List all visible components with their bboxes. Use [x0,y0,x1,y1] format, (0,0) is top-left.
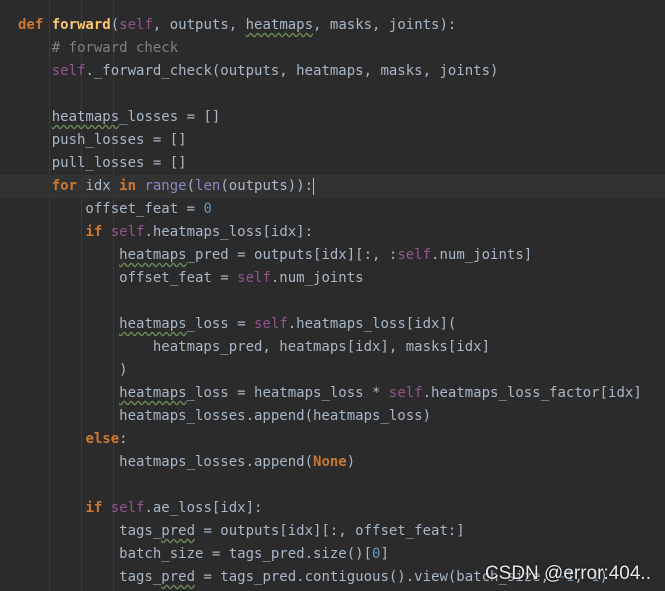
code-token: heatmaps [119,385,187,401]
code-line[interactable]: pull_losses = [] [0,152,665,175]
code-token: .num_joints] [431,247,533,263]
code-token: idx [85,178,120,194]
code-token: .ae_loss[idx]: [144,500,263,516]
code-line[interactable]: if self.ae_loss[idx]: [0,497,665,520]
code-token: (outputs)): [220,178,314,194]
code-token: ( [186,178,196,194]
code-token: heatmaps_pred, heatmaps[idx], masks[idx] [18,339,491,355]
code-line[interactable]: push_losses = [] [0,129,665,152]
code-token: ) [346,454,356,470]
code-token: def [18,17,52,33]
code-token: for [51,178,86,194]
code-token: self [119,17,153,33]
code-token: heatmaps [51,109,120,125]
code-line[interactable]: offset_feat = 0 [0,198,665,221]
code-line[interactable] [0,474,665,497]
code-token: : [119,431,128,447]
code-token: push_losses = [] [18,132,187,148]
code-line[interactable] [0,290,665,313]
code-token: self [237,270,271,286]
code-token: offset_feat = [18,201,204,217]
code-token: self [254,316,288,332]
code-token: _losses = [] [119,109,221,125]
code-line[interactable]: self._forward_check(outputs, heatmaps, m… [0,60,665,83]
code-token: , outputs, [152,17,246,33]
code-token: self [110,500,145,516]
code-token: # forward check [18,40,179,56]
code-token: heatmaps [119,316,187,332]
code-line[interactable]: heatmaps_losses.append(None) [0,451,665,474]
code-token: _loss = [186,316,255,332]
watermark: CSDN @error:404.. [484,563,651,584]
code-line[interactable]: ) [0,359,665,382]
code-line[interactable]: heatmaps_loss = self.heatmaps_loss[idx]( [0,313,665,336]
code-token: .heatmaps_loss[idx]( [287,316,457,332]
code-token: heatmaps_losses.append(heatmaps_loss) [18,408,432,424]
code-line[interactable]: else: [0,428,665,451]
code-token: ] [380,546,389,562]
code-editor[interactable]: def forward(self, outputs, heatmaps, mas… [0,0,665,591]
code-token: else [85,431,120,447]
code-token: self [397,247,432,263]
code-token: pull_losses = [] [18,155,187,171]
code-token: 0 [203,201,212,217]
code-line[interactable] [0,83,665,106]
code-token: if [85,500,111,516]
code-line[interactable]: heatmaps_pred, heatmaps[idx], masks[idx] [0,336,665,359]
code-token: None [313,454,347,470]
code-token: in [119,178,145,194]
code-token: _loss = heatmaps_loss * [186,385,389,401]
code-token: forward [51,17,111,33]
code-line[interactable]: def forward(self, outputs, heatmaps, mas… [0,14,665,37]
code-token: self [51,63,86,79]
code-token: pred [161,569,196,585]
code-token: tags_ [18,523,162,539]
code-line[interactable]: # forward check [0,37,665,60]
code-token: = outputs[idx][:, offset_feat:] [195,523,465,539]
code-token: range [144,178,187,194]
code-line[interactable]: if self.heatmaps_loss[idx]: [0,221,665,244]
code-token: heatmaps [245,17,314,33]
code-token: .heatmaps_loss[idx]: [144,224,314,240]
code-token: self [388,385,423,401]
code-token: if [85,224,111,240]
code-line[interactable]: for idx in range(len(outputs)): [0,175,665,198]
code-token: ._forward_check(outputs, heatmaps, masks… [85,63,499,79]
code-token: heatmaps_losses.append( [18,454,314,470]
text-caret [313,177,315,195]
code-token: heatmaps [119,247,187,263]
code-token: , masks, joints): [313,17,457,33]
code-token: pred [161,523,196,539]
code-token: ( [110,17,120,33]
code-token: .heatmaps_loss_factor[idx] [422,385,642,401]
code-token: offset_feat = [18,270,238,286]
code-token: batch_size = tags_pred.size()[ [18,546,373,562]
code-line[interactable]: heatmaps_losses.append(heatmaps_loss) [0,405,665,428]
code-line[interactable]: heatmaps_pred = outputs[idx][:, :self.nu… [0,244,665,267]
code-line[interactable]: heatmaps_losses = [] [0,106,665,129]
code-token: tags_ [18,569,162,585]
code-line[interactable]: heatmaps_loss = heatmaps_loss * self.hea… [0,382,665,405]
code-line[interactable]: tags_pred = outputs[idx][:, offset_feat:… [0,520,665,543]
code-token: _pred = outputs[idx][:, : [186,247,398,263]
code-token: .num_joints [270,270,364,286]
code-token: self [110,224,145,240]
code-token: len [195,178,221,194]
code-token: ) [18,362,128,378]
code-line[interactable]: offset_feat = self.num_joints [0,267,665,290]
